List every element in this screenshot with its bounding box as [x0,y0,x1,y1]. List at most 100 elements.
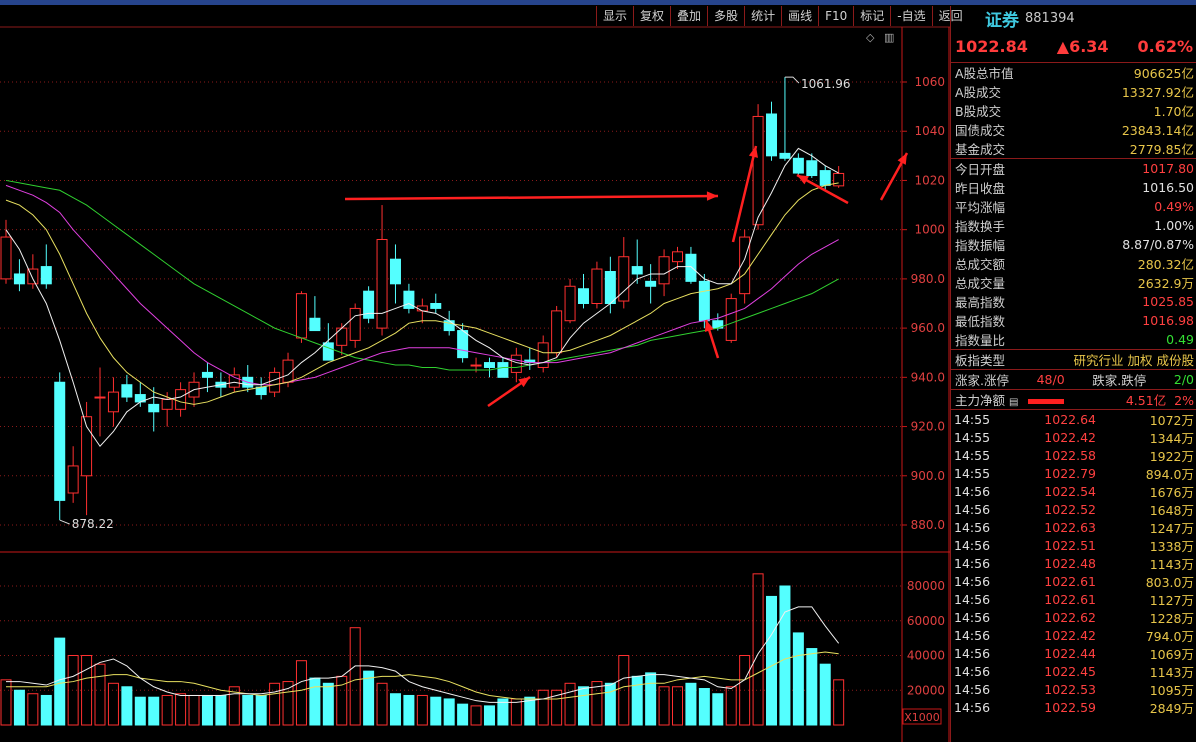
annotation-arrow [344,194,719,201]
tick-volume: 1127万 [1149,592,1194,608]
index-stat-label: 指数振幅 [955,238,1006,253]
mark-button[interactable]: 标记 [853,6,890,26]
candle-body [631,266,643,275]
candle-body [537,342,549,368]
ma5-line [5,147,839,448]
up-count-value: 48/0 [1036,372,1065,387]
chart-toolbar: 显示 复权 叠加 多股 统计 画线 F10 标记 -自选 返回 [596,6,969,26]
candle-body [228,374,240,388]
market-stat-row: 基金成交 2779.85亿 [951,139,1196,158]
list-icon[interactable]: ▤ [1009,397,1018,408]
index-stat-label: 昨日收盘 [955,181,1006,196]
price-tick-label: 900.0 [911,469,945,483]
market-stat-label: B股成交 [955,104,1002,119]
f10-button[interactable]: F10 [818,6,853,26]
index-stats: 今日开盘 1017.80 昨日收盘 1016.50 平均涨幅 0.49% 指数换手 1.00%… [951,159,1196,350]
tick-row: 14:55 1022.64 1072万 [951,410,1196,428]
candle-body [121,384,133,398]
candle-body [591,268,603,304]
volume-bar [188,694,200,726]
tick-time: 14:56 [954,609,991,625]
index-stat-value: 0.49 [1166,332,1194,347]
market-stat-row: A股总市值 906625亿 [951,63,1196,82]
overlay-button[interactable]: 叠加 [670,6,707,26]
tick-time: 14:56 [954,537,991,553]
candle-body [779,152,791,159]
index-stat-label: 指数量比 [955,333,1006,348]
volume-bar [698,688,710,726]
market-stat-label: A股总市值 [955,66,1014,81]
watchlist-remove-button[interactable]: -自选 [890,6,931,26]
market-stat-value: 1.70亿 [1153,104,1194,119]
volume-bar [175,693,187,726]
tick-time: 14:56 [954,555,991,571]
candle-body [54,381,66,501]
tick-row: 14:56 1022.42 794.0万 [951,626,1196,644]
market-stat-value: 23843.14亿 [1121,123,1194,138]
candle-body [510,354,522,373]
price-tick-label: 1060 [914,75,945,89]
index-stat-value: 1016.50 [1142,180,1194,195]
candle-body [107,391,119,413]
kline-chart[interactable]: 1060 1040 1020 1000 980.0 960.0 940.0 920.0 900.… [0,0,950,742]
tick-volume: 1676万 [1149,484,1194,500]
candle-body [0,236,12,280]
candle-body [430,303,442,309]
volume-bar [13,689,25,726]
candle-body [269,371,281,393]
tick-row: 14:56 1022.53 1095万 [951,680,1196,698]
tick-price: 1022.61 [1044,591,1096,607]
volume-bar [443,698,455,726]
tick-time: 14:56 [954,699,991,715]
tick-price: 1022.42 [1044,627,1096,643]
up-count-label: 涨家.涨停 [955,373,1009,388]
tick-volume: 1344万 [1149,430,1194,446]
tick-price: 1022.54 [1044,483,1096,499]
statistics-button[interactable]: 统计 [744,6,781,26]
tick-list[interactable]: 14:55 1022.64 1072万 14:55 1022.42 1344万 14:55 1… [951,410,1196,716]
market-stat-label: A股成交 [955,85,1002,100]
candle-body [766,113,778,157]
price-row: 1022.84 ▲6.34 0.62% [951,30,1196,63]
candle-body [792,157,804,174]
tick-row: 14:56 1022.62 1228万 [951,608,1196,626]
low-marker [59,519,70,525]
display-button[interactable]: 显示 [596,6,633,26]
volume-bar [121,686,133,726]
limit-row: 涨家.涨停 48/0 跌家.跌停 2/0 [951,370,1196,390]
candle-body [40,266,52,285]
tick-volume: 2849万 [1149,700,1194,716]
volume-tick-label: 20000 [907,683,945,697]
index-stat-value: 0.49% [1154,199,1194,214]
price-tick-label: 980.0 [911,272,945,286]
index-stat-label: 指数换手 [955,219,1006,234]
volume-bar [201,694,213,726]
index-stat-value: 1025.85 [1142,294,1194,309]
board-type-value[interactable]: 研究行业 加权 成份股 [1074,350,1194,369]
candle-body [577,288,589,305]
volume-bar [819,663,831,726]
tick-row: 14:56 1022.61 1127万 [951,590,1196,608]
tick-volume: 1069万 [1149,646,1194,662]
candle-body [67,465,79,494]
market-stat-value: 13327.92亿 [1121,85,1194,100]
volume-bar [349,627,361,726]
tick-time: 14:56 [954,573,991,589]
price-tick-label: 1000 [914,223,945,237]
index-stat-value: 1017.80 [1142,161,1194,176]
candle-body [175,389,187,410]
volume-bar [604,682,616,726]
tick-volume: 1143万 [1149,664,1194,680]
volume-unit-label: X1000 [904,711,940,724]
tick-price: 1022.53 [1044,681,1096,697]
tick-row: 14:56 1022.52 1648万 [951,500,1196,518]
tick-time: 14:56 [954,483,991,499]
volume-bar [483,705,495,726]
netflow-label: 主力净额 [955,393,1006,408]
draw-line-button[interactable]: 画线 [781,6,818,26]
market-stat-row: B股成交 1.70亿 [951,101,1196,120]
adjust-button[interactable]: 复权 [633,6,670,26]
tick-row: 14:56 1022.61 803.0万 [951,572,1196,590]
index-stat-row: 平均涨幅 0.49% [951,197,1196,216]
multi-stock-button[interactable]: 多股 [707,6,744,26]
